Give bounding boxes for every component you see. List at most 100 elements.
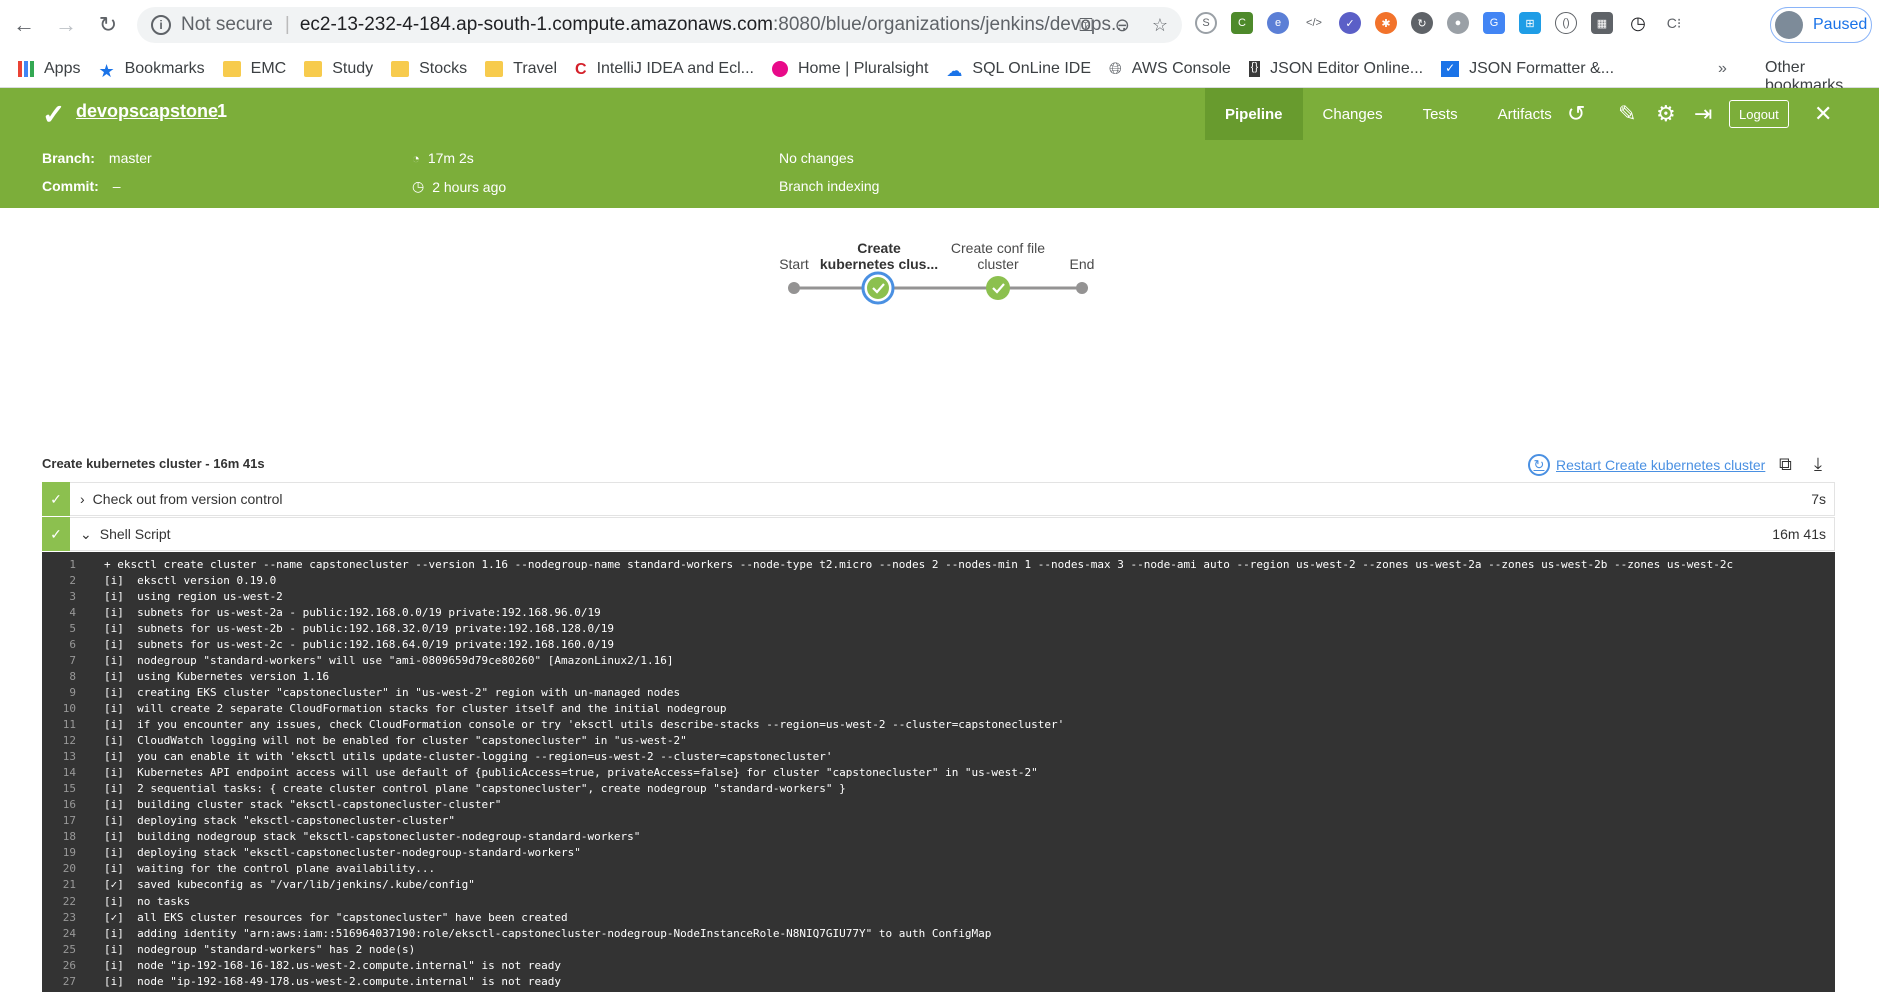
log-line-number[interactable]: 20 [42,862,104,875]
log-line-number[interactable]: 13 [42,750,104,763]
bookmark-aws-console[interactable]: 🌐︎ AWS Console [1109,60,1231,78]
log-line-number[interactable]: 27 [42,975,104,988]
stage-node-create-cluster[interactable] [861,271,895,305]
log-line-text: [i] deploying stack "eksctl-capstoneclus… [104,814,455,828]
log-line-number[interactable]: 4 [42,606,104,619]
log-line-text: [i] you can enable it with 'eksctl utils… [104,750,833,764]
star-icon[interactable]: ☆ [1152,15,1168,36]
close-icon[interactable]: ✕ [1814,101,1832,127]
translate-icon[interactable]: G [1483,12,1505,34]
log-line-number[interactable]: 18 [42,830,104,843]
tab-tests[interactable]: Tests [1403,88,1478,140]
log-line-text: [i] eksctl version 0.19.0 [104,573,277,587]
bookmark-bookmarks[interactable]: ★ Bookmarks [98,60,204,81]
zoom-icon[interactable]: ⊖ [1115,15,1130,36]
bookmark-json-editor[interactable]: {} JSON Editor Online... [1248,60,1423,78]
skype-icon[interactable]: S [1195,12,1217,34]
address-bar[interactable]: i Not secure | ec2-13-232-4-184.ap-south… [137,7,1182,43]
film-icon[interactable]: ▦ [1591,12,1613,34]
log-line-number[interactable]: 1 [42,558,104,571]
step-row-shell-script[interactable]: ✓ ⌄ Shell Script 16m 41s [42,517,1835,551]
log-line-number[interactable]: 12 [42,734,104,747]
bookmark-json-formatter[interactable]: ✓ JSON Formatter &... [1441,60,1614,78]
restart-stage-link[interactable]: ↻ Restart Create kubernetes cluster [1528,454,1765,476]
bookmarks-overflow[interactable]: » [1718,60,1727,78]
bookmark-emc[interactable]: EMC [222,60,286,78]
folder-icon [304,60,323,77]
log-line: 21 [✓] saved kubeconfig as "/var/lib/jenk… [42,877,1835,893]
log-line-number[interactable]: 7 [42,654,104,667]
log-line-number[interactable]: 16 [42,798,104,811]
edit-icon[interactable]: ✎ [1618,101,1636,127]
run-header: ✓ devopscapstone 1 Pipeline Changes Test… [0,88,1879,140]
log-line-number[interactable]: 23 [42,911,104,924]
branch-value: master [108,150,152,166]
console-log[interactable]: 1 + eksctl create cluster --name capstone… [42,552,1835,992]
bookmark-stocks[interactable]: Stocks [391,60,467,78]
changes-info: No changes [779,150,854,166]
log-line-number[interactable]: 14 [42,766,104,779]
bookmark-pluralsight[interactable]: Home | Pluralsight [771,60,928,78]
log-line: 13 [i] you can enable it with 'eksctl uti… [42,749,1835,765]
cc-extension-icon[interactable]: C⁝ [1663,12,1685,34]
log-line-number[interactable]: 11 [42,718,104,731]
gear-icon[interactable]: ⚙ [1656,101,1676,127]
tab-changes[interactable]: Changes [1303,88,1403,140]
log-line-number[interactable]: 2 [42,574,104,587]
key-icon[interactable]: ⚿ [1079,15,1093,36]
stage-node-create-conf[interactable] [986,276,1010,300]
tab-artifacts[interactable]: Artifacts [1478,88,1572,140]
bookmark-intellij[interactable]: C IntelliJ IDEA and Ecl... [575,60,754,78]
log-line-number[interactable]: 3 [42,590,104,603]
cors-icon[interactable]: C [1231,12,1253,34]
pipeline-name-link[interactable]: devopscapstone [76,101,218,122]
orange-extension-icon[interactable]: ✱ [1375,12,1397,34]
start-node [788,282,800,294]
classic-view-icon[interactable]: ⇥ [1694,101,1712,127]
log-line-number[interactable]: 8 [42,670,104,683]
back-icon[interactable]: ← [6,7,42,43]
forward-icon[interactable]: → [48,7,84,43]
log-line-number[interactable]: 26 [42,959,104,972]
profile-button[interactable]: Paused [1770,7,1872,43]
reload-icon[interactable]: ↻ [90,7,126,43]
tab-pipeline[interactable]: Pipeline [1205,88,1303,140]
log-line-text: [i] using Kubernetes version 1.16 [104,669,330,683]
folder-icon [485,60,504,77]
replay-icon[interactable]: ↺ [1567,101,1585,127]
log-line: 18 [i] building nodegroup stack "eksctl-c… [42,829,1835,845]
log-line-number[interactable]: 15 [42,782,104,795]
step-row-checkout[interactable]: ✓ › Check out from version control 7s [42,482,1835,516]
log-line-number[interactable]: 21 [42,878,104,891]
run-number: 1 [217,101,228,121]
log-line-number[interactable]: 10 [42,702,104,715]
bookmark-sql-online[interactable]: ☁ SQL OnLine IDE [946,60,1091,80]
download-icon[interactable]: ⤓ [1814,454,1822,475]
check-extension-icon[interactable]: ✓ [1339,12,1361,34]
bookmark-travel[interactable]: Travel [485,60,557,78]
log-line-number[interactable]: 9 [42,686,104,699]
log-line-text: [i] subnets for us-west-2a - public:192.… [104,605,601,619]
circle-extension-icon[interactable]: ● [1447,12,1469,34]
clock-extension-icon[interactable]: ◷ [1627,12,1649,34]
logout-button[interactable]: Logout [1729,100,1789,128]
log-line-number[interactable]: 22 [42,895,104,908]
stage-label-create-conf: Create conf file cluster [950,240,1046,272]
bookmark-study[interactable]: Study [304,60,373,78]
log-line-number[interactable]: 24 [42,927,104,940]
info-icon[interactable]: i [151,15,171,35]
log-line-number[interactable]: 17 [42,814,104,827]
open-external-icon[interactable]: ⧉ [1779,454,1792,475]
run-tabs: Pipeline Changes Tests Artifacts [1205,88,1572,140]
extension-icon[interactable]: e [1267,12,1289,34]
log-line-number[interactable]: 19 [42,846,104,859]
log-line-number[interactable]: 25 [42,943,104,956]
bookmark-apps[interactable]: Apps [18,60,80,78]
bracket-extension-icon[interactable]: () [1555,12,1577,34]
windows-icon[interactable]: ⊞ [1519,12,1541,34]
code-icon[interactable]: </> [1303,12,1325,34]
refresh-extension-icon[interactable]: ↻ [1411,12,1433,34]
started-info: ◷ 2 hours ago [412,178,507,195]
log-line-number[interactable]: 5 [42,622,104,635]
log-line-number[interactable]: 6 [42,638,104,651]
